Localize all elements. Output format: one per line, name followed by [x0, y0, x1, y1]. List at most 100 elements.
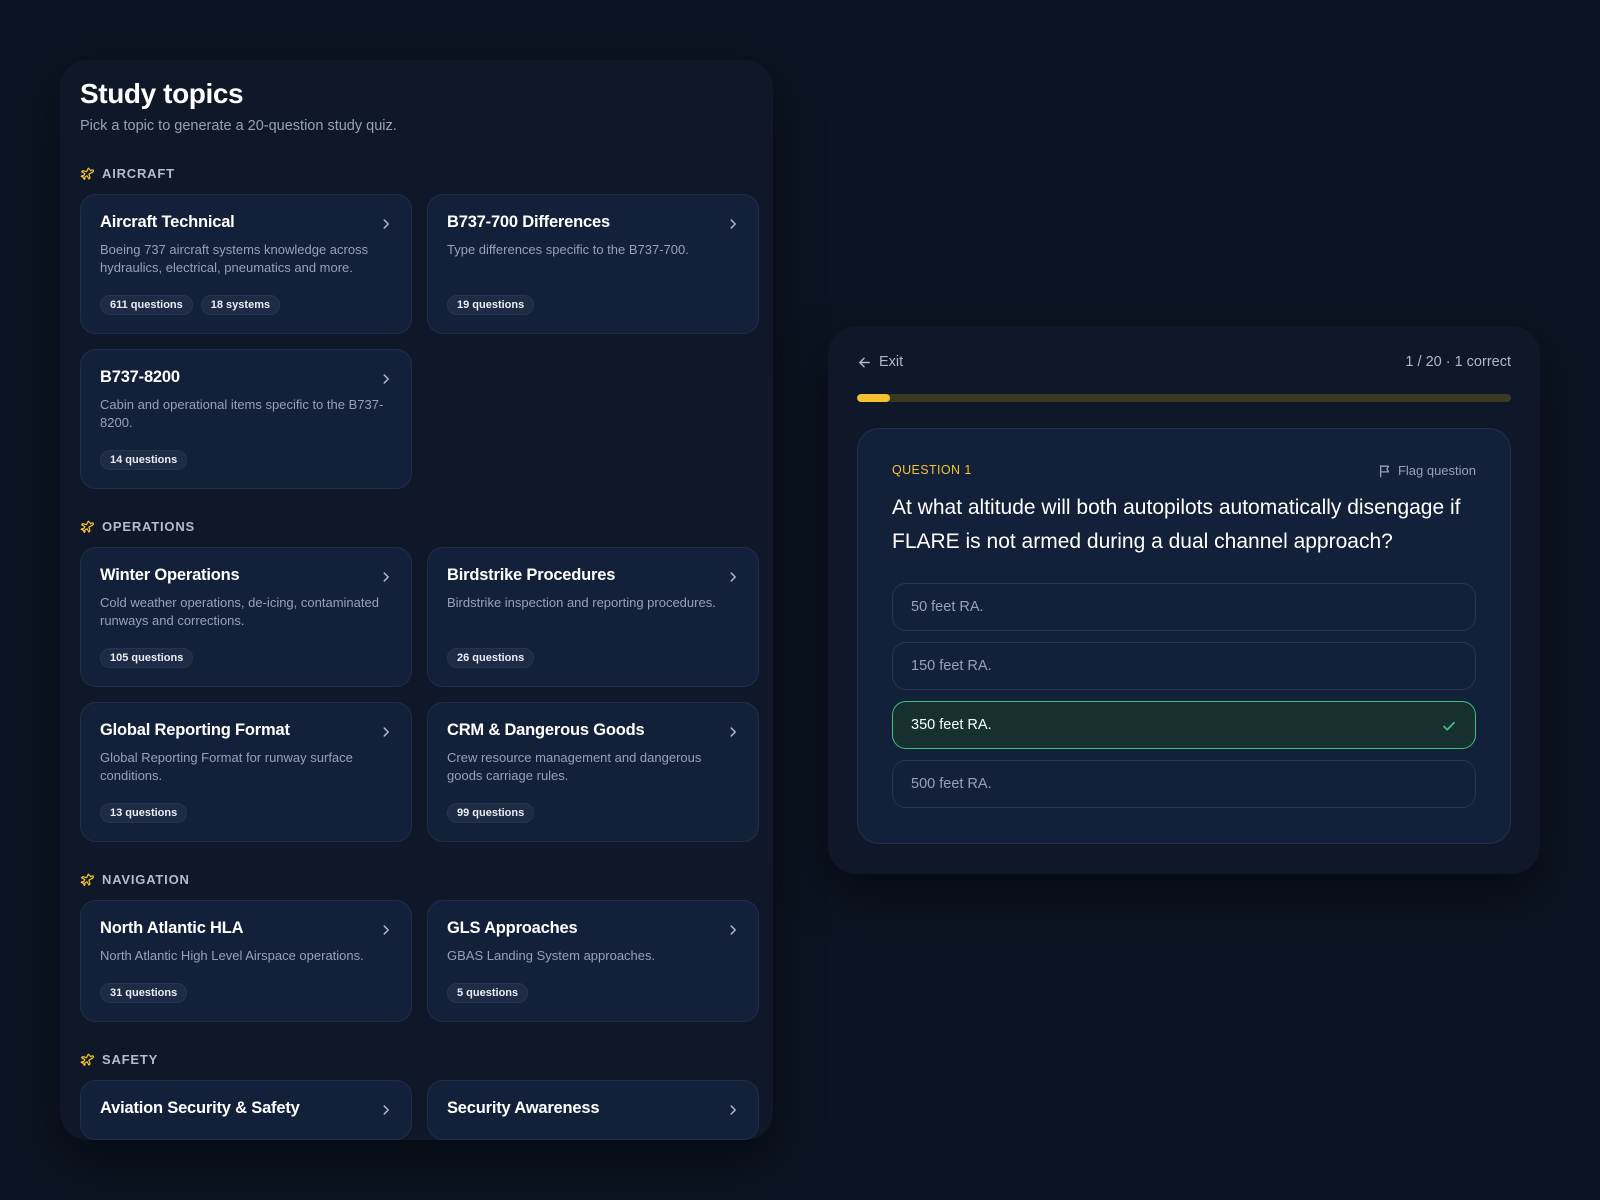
- topic-card[interactable]: GLS Approaches GBAS Landing System approa…: [427, 900, 759, 1022]
- answer-option-correct[interactable]: 350 feet RA.: [892, 701, 1476, 749]
- topic-card[interactable]: North Atlantic HLA North Atlantic High Le…: [80, 900, 412, 1022]
- chevron-right-icon: [726, 923, 740, 937]
- count-badge: 26 questions: [447, 648, 535, 668]
- option-text: 350 feet RA.: [911, 717, 992, 733]
- topic-title: B737-700 Differences: [447, 213, 610, 231]
- topic-description: Birdstrike inspection and reporting proc…: [447, 595, 716, 610]
- topic-badges: 13 questions: [100, 803, 188, 823]
- topic-title: Winter Operations: [100, 566, 240, 584]
- topic-title: Aircraft Technical: [100, 213, 235, 231]
- section-header: SAFETY: [80, 1048, 753, 1070]
- topic-description: GBAS Landing System approaches.: [447, 948, 656, 963]
- count-badge: 14 questions: [100, 450, 188, 470]
- section-header: OPERATIONS: [80, 515, 753, 537]
- topic-title: Birdstrike Procedures: [447, 566, 616, 584]
- topic-section: NAVIGATION North Atlantic HLA North Atlant…: [80, 868, 759, 1022]
- section-label: AIRCRAFT: [102, 165, 175, 181]
- topic-description: Global Reporting Format for runway surfa…: [100, 750, 353, 783]
- progress-text: 1 / 20 · 1 correct: [1405, 354, 1511, 370]
- topic-grid: Aviation Security & Safety Security Aware…: [80, 1080, 759, 1140]
- question-card: QUESTION 1 Flag question At what altitud…: [857, 428, 1511, 844]
- study-topics-panel: Study topics Pick a topic to generate a …: [60, 60, 773, 1140]
- count-badge: 5 questions: [447, 983, 529, 1003]
- chevron-right-icon: [726, 725, 740, 739]
- option-text: 150 feet RA.: [911, 658, 992, 674]
- topic-grid: Winter Operations Cold weather operations…: [80, 547, 759, 842]
- topic-title: CRM & Dangerous Goods: [447, 721, 645, 739]
- chevron-right-icon: [379, 217, 393, 231]
- topic-card[interactable]: Security Awareness: [427, 1080, 759, 1140]
- section-label: SAFETY: [102, 1051, 159, 1067]
- topic-title: Aviation Security & Safety: [100, 1099, 300, 1117]
- topic-card[interactable]: B737-8200 Cabin and operational items spe…: [80, 349, 412, 489]
- plane-icon: [80, 1052, 94, 1066]
- topic-card[interactable]: CRM & Dangerous Goods Crew resource manag…: [427, 702, 759, 842]
- count-badge: 99 questions: [447, 803, 535, 823]
- count-badge: 31 questions: [100, 983, 188, 1003]
- topic-card[interactable]: Aircraft Technical Boeing 737 aircraft sy…: [80, 194, 412, 334]
- topic-sections: AIRCRAFT Aircraft Technical Boeing 737 air…: [80, 162, 759, 1140]
- topic-badges: 19 questions: [447, 295, 535, 315]
- progress-bar: [857, 394, 1511, 402]
- topic-card[interactable]: Aviation Security & Safety: [80, 1080, 412, 1140]
- topic-description: Crew resource management and dangerous g…: [447, 750, 702, 783]
- arrow-left-icon: [857, 355, 872, 370]
- progress-fill: [857, 394, 890, 402]
- topic-badges: 99 questions: [447, 803, 535, 823]
- topic-title: Security Awareness: [447, 1099, 600, 1117]
- topic-grid: North Atlantic HLA North Atlantic High Le…: [80, 900, 759, 1022]
- topic-description: Type differences specific to the B737-70…: [447, 242, 689, 257]
- topic-card[interactable]: Birdstrike Procedures Birdstrike inspecti…: [427, 547, 759, 687]
- topic-title: B737-8200: [100, 368, 180, 386]
- topic-section: OPERATIONS Winter Operations Cold weather …: [80, 515, 759, 842]
- chevron-right-icon: [726, 1103, 740, 1117]
- question-number: QUESTION 1: [892, 463, 972, 477]
- chevron-right-icon: [379, 725, 393, 739]
- answer-option[interactable]: 150 feet RA.: [892, 642, 1476, 690]
- topic-card[interactable]: Global Reporting Format Global Reporting …: [80, 702, 412, 842]
- topic-card[interactable]: B737-700 Differences Type differences spe…: [427, 194, 759, 334]
- topic-badges: 26 questions: [447, 648, 535, 668]
- flag-question-button[interactable]: Flag question: [1378, 463, 1476, 478]
- section-header: NAVIGATION: [80, 868, 753, 890]
- answer-option[interactable]: 500 feet RA.: [892, 760, 1476, 808]
- topic-badges: 5 questions: [447, 983, 529, 1003]
- section-label: NAVIGATION: [102, 871, 190, 887]
- count-badge: 13 questions: [100, 803, 188, 823]
- topic-badges: 611 questions 18 systems: [100, 295, 281, 315]
- topic-badges: 105 questions: [100, 648, 194, 668]
- topic-section: SAFETY Aviation Security & Safety Security…: [80, 1048, 759, 1140]
- count-badge: 18 systems: [200, 295, 281, 315]
- page-title: Study topics: [80, 78, 244, 109]
- option-text: 500 feet RA.: [911, 776, 992, 792]
- section-label: OPERATIONS: [102, 518, 195, 534]
- topic-badges: 14 questions: [100, 450, 188, 470]
- topic-badges: 31 questions: [100, 983, 188, 1003]
- chevron-right-icon: [726, 217, 740, 231]
- section-header: AIRCRAFT: [80, 162, 753, 184]
- exit-label: Exit: [879, 354, 904, 370]
- exit-button[interactable]: Exit: [857, 354, 903, 370]
- page-subtitle: Pick a topic to generate a 20-question s…: [80, 118, 397, 134]
- topic-grid: Aircraft Technical Boeing 737 aircraft sy…: [80, 194, 759, 489]
- flag-label: Flag question: [1397, 463, 1476, 478]
- quiz-header: Exit 1 / 20 · 1 correct: [857, 352, 1511, 372]
- topic-title: North Atlantic HLA: [100, 919, 244, 937]
- answer-options: 50 feet RA. 150 feet RA. 350 feet RA. 500 f…: [892, 583, 1476, 808]
- count-badge: 19 questions: [447, 295, 535, 315]
- plane-icon: [80, 872, 94, 886]
- chevron-right-icon: [379, 1103, 393, 1117]
- count-badge: 611 questions: [100, 295, 193, 315]
- check-icon: [1441, 718, 1457, 734]
- chevron-right-icon: [379, 570, 393, 584]
- chevron-right-icon: [379, 372, 393, 386]
- chevron-right-icon: [379, 923, 393, 937]
- chevron-right-icon: [726, 570, 740, 584]
- topic-description: Boeing 737 aircraft systems knowledge ac…: [100, 242, 369, 275]
- count-badge: 105 questions: [100, 648, 194, 668]
- answer-option[interactable]: 50 feet RA.: [892, 583, 1476, 631]
- topic-description: North Atlantic High Level Airspace opera…: [100, 948, 364, 963]
- topic-title: Global Reporting Format: [100, 721, 290, 739]
- topic-description: Cold weather operations, de-icing, conta…: [100, 595, 379, 628]
- topic-card[interactable]: Winter Operations Cold weather operations…: [80, 547, 412, 687]
